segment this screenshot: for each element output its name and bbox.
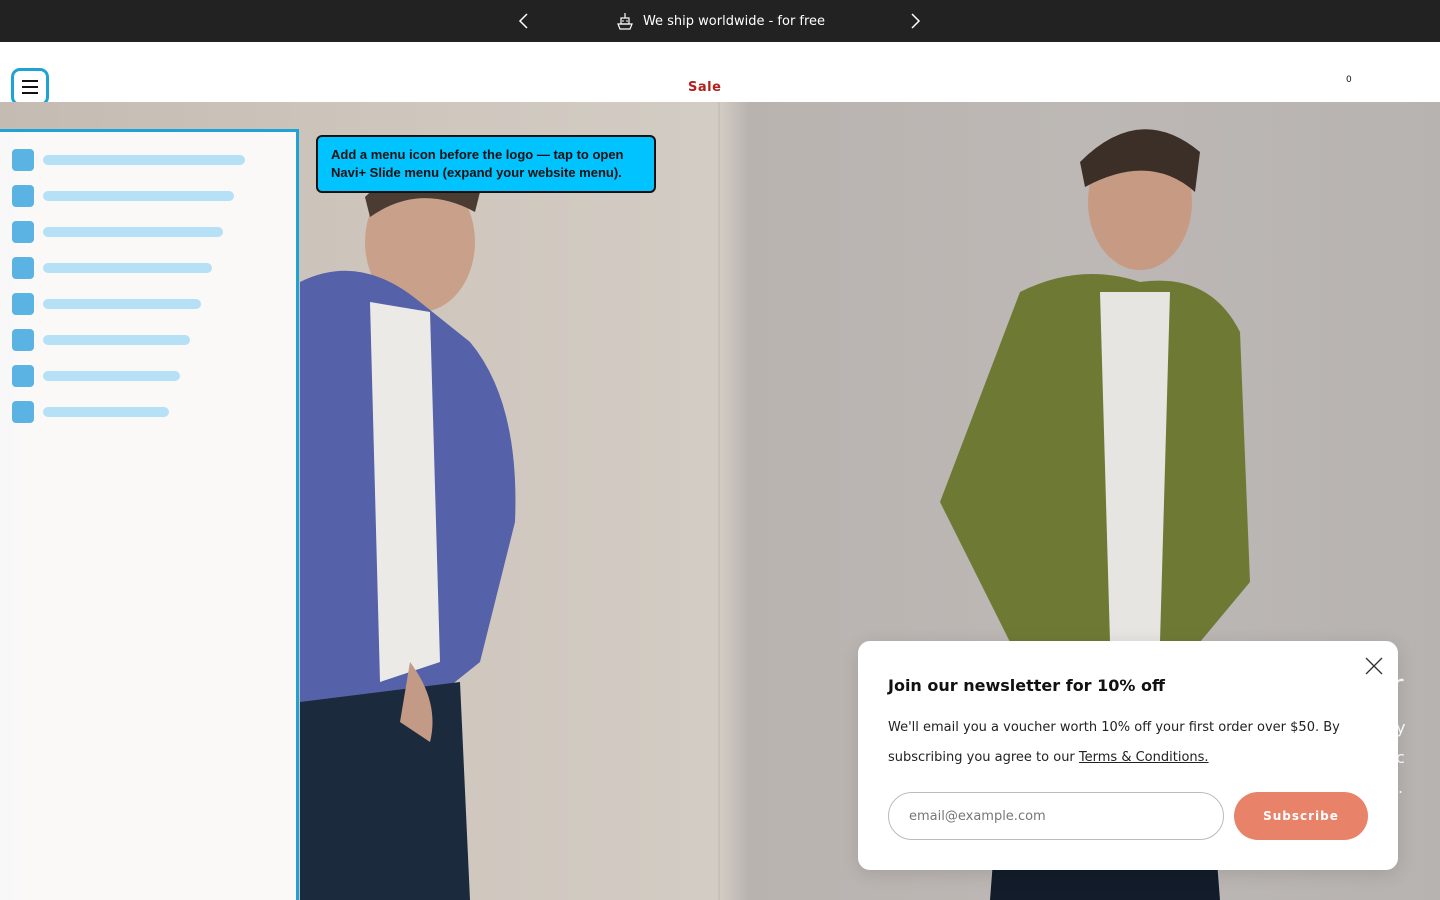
announcement-message: We ship worldwide - for free — [615, 11, 825, 31]
chevron-left-icon[interactable] — [514, 11, 534, 31]
menu-button[interactable] — [11, 68, 49, 106]
newsletter-popup: Join our newsletter for 10% off We'll em… — [858, 641, 1398, 870]
announcement-text: We ship worldwide - for free — [642, 13, 826, 29]
menu-item-placeholder[interactable] — [12, 185, 234, 207]
newsletter-title: Join our newsletter for 10% off — [888, 676, 1165, 695]
cart-count[interactable]: 0 — [1346, 75, 1352, 85]
nav-link-sale[interactable]: Sale — [688, 80, 721, 95]
announcement-bar: We ship worldwide - for free — [0, 0, 1440, 42]
close-icon[interactable] — [1364, 656, 1384, 676]
setup-tooltip: Add a menu icon before the logo — tap to… — [316, 135, 656, 193]
menu-item-placeholder[interactable] — [12, 329, 190, 351]
terms-link[interactable]: Terms & Conditions. — [1079, 750, 1209, 765]
menu-item-placeholder[interactable] — [12, 365, 180, 387]
site-header: Sale 0 — [0, 42, 1440, 106]
menu-item-placeholder[interactable] — [12, 401, 169, 423]
menu-item-placeholder[interactable] — [12, 221, 223, 243]
subscribe-button[interactable]: Subscribe — [1234, 792, 1368, 840]
menu-item-placeholder[interactable] — [12, 257, 212, 279]
chevron-right-icon[interactable] — [905, 11, 925, 31]
slide-menu-preview — [0, 129, 299, 900]
email-input[interactable] — [888, 792, 1224, 840]
menu-item-placeholder[interactable] — [12, 293, 201, 315]
newsletter-description: We'll email you a voucher worth 10% off … — [888, 713, 1368, 773]
ship-icon — [617, 13, 633, 30]
menu-item-placeholder[interactable] — [12, 149, 245, 171]
hamburger-icon — [22, 80, 38, 94]
